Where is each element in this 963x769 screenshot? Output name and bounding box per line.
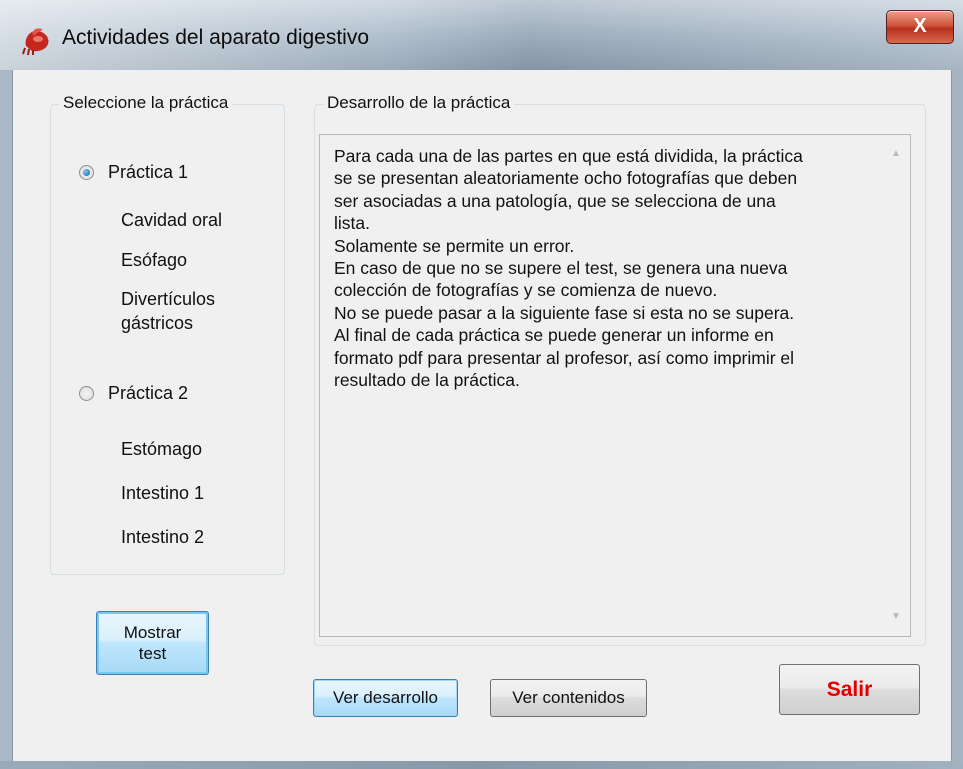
radio-practica-1[interactable]: Práctica 1 xyxy=(79,162,188,183)
close-icon: X xyxy=(913,15,927,37)
radio-practica-2[interactable]: Práctica 2 xyxy=(79,383,188,404)
practica-2-item-estomago: Estómago xyxy=(121,439,203,459)
practice-selection-legend: Seleccione la práctica xyxy=(59,93,233,113)
radio-practica-1-label: Práctica 1 xyxy=(108,162,189,182)
client-area: Seleccione la práctica Práctica 1 Cavida… xyxy=(12,70,952,761)
radio-unselected-icon[interactable] xyxy=(79,386,94,401)
window-title: Actividades del aparato digestivo xyxy=(62,26,370,49)
radio-practica-2-label: Práctica 2 xyxy=(108,383,189,403)
salir-button[interactable]: Salir xyxy=(779,664,920,715)
practica-1-item-cavidad-oral: Cavidad oral xyxy=(121,210,223,230)
mostrar-test-button[interactable]: Mostrar test xyxy=(96,611,209,675)
ver-desarrollo-button[interactable]: Ver desarrollo xyxy=(313,679,458,717)
description-text: Para cada una de las partes en que está … xyxy=(334,146,803,391)
salir-label: Salir xyxy=(826,677,873,701)
app-icon xyxy=(22,28,49,56)
practica-2-item-intestino-1: Intestino 1 xyxy=(121,483,205,503)
practica-1-item-diverticulos: Divertículos gástricos xyxy=(121,289,216,333)
ver-contenidos-button[interactable]: Ver contenidos xyxy=(490,679,647,717)
scroll-down-icon[interactable]: ▼ xyxy=(890,612,902,622)
close-button[interactable]: X xyxy=(886,10,954,44)
scroll-up-icon[interactable]: ▲ xyxy=(890,149,902,159)
description-legend: Desarrollo de la práctica xyxy=(323,93,515,113)
ver-desarrollo-label: Ver desarrollo xyxy=(333,688,438,707)
practice-selection-group: Seleccione la práctica Práctica 1 Cavida… xyxy=(50,93,285,575)
ver-contenidos-label: Ver contenidos xyxy=(512,688,625,707)
radio-selected-icon[interactable] xyxy=(79,165,94,180)
application-window: Actividades del aparato digestivo X Sele… xyxy=(0,0,963,769)
practica-2-item-intestino-2: Intestino 2 xyxy=(121,527,205,547)
practica-1-item-esofago: Esófago xyxy=(121,250,188,270)
title-bar[interactable]: Actividades del aparato digestivo X xyxy=(0,0,963,70)
description-textbox[interactable]: Para cada una de las partes en que está … xyxy=(319,134,911,637)
mostrar-test-label: Mostrar test xyxy=(123,623,182,663)
window-bottom-border xyxy=(0,761,963,769)
